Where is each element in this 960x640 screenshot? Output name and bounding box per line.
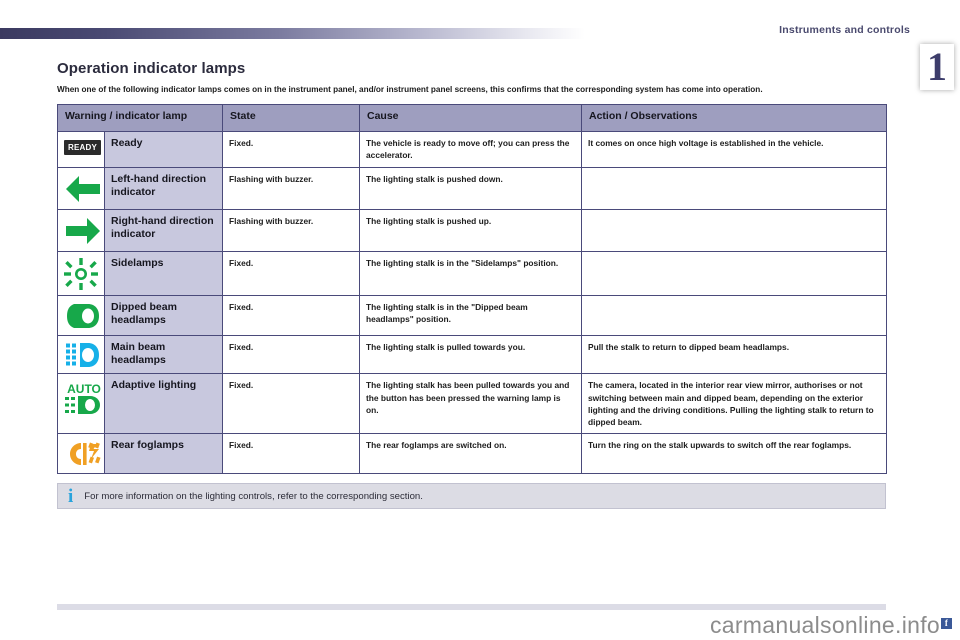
lamp-action [581, 208, 887, 252]
lamp-cause: The vehicle is ready to move off; you ca… [359, 131, 582, 168]
ready-badge-label: READY [64, 140, 102, 156]
table-header-row: Warning / indicator lamp State Cause Act… [57, 104, 887, 133]
lamp-action: Turn the ring on the stalk upwards to sw… [581, 433, 887, 475]
table-row: Dipped beam headlamps Fixed. The lightin… [57, 294, 887, 336]
lamp-name: Rear foglamps [104, 433, 223, 475]
main-beam-headlamps-icon [57, 334, 105, 375]
table-row: Main beam headlamps Fixed. The lighting … [57, 334, 887, 375]
table-row: AUTO Adaptive lighting Fixed. The lighti… [57, 373, 887, 435]
footer-bar [57, 604, 886, 610]
lamp-state: Fixed. [222, 373, 360, 435]
right-arrow-indicator-icon [57, 208, 105, 252]
info-note: i For more information on the lighting c… [57, 483, 886, 510]
page-intro: When one of the following indicator lamp… [57, 85, 763, 94]
table-row: Rear foglamps Fixed. The rear foglamps a… [57, 433, 887, 475]
header-gradient-bar [0, 28, 585, 39]
lamp-cause: The lighting stalk is pushed up. [359, 208, 582, 252]
column-header-action: Action / Observations [581, 104, 887, 133]
lamp-state: Fixed. [222, 250, 360, 296]
lamp-state: Flashing with buzzer. [222, 166, 360, 210]
lamp-state: Flashing with buzzer. [222, 208, 360, 252]
manual-page: Instruments and controls 1 Operation ind… [0, 0, 960, 640]
lamp-name: Right-hand direction indicator [104, 208, 223, 252]
lamp-cause: The lighting stalk is pulled towards you… [359, 334, 582, 375]
watermark: carmanualsonline.info f [710, 612, 952, 639]
lamp-cause: The rear foglamps are switched on. [359, 433, 582, 475]
rear-foglamps-icon [57, 433, 105, 475]
lamp-action: The camera, located in the interior rear… [581, 373, 887, 435]
adaptive-lighting-icon: AUTO [57, 373, 105, 435]
lamp-action [581, 294, 887, 336]
lamp-action [581, 250, 887, 296]
lamp-cause: The lighting stalk is in the "Sidelamps"… [359, 250, 582, 296]
section-title: Instruments and controls [779, 24, 910, 36]
lamp-state: Fixed. [222, 294, 360, 336]
column-header-state: State [222, 104, 360, 133]
table-row: Right-hand direction indicator Flashing … [57, 208, 887, 252]
lamp-name: Dipped beam headlamps [104, 294, 223, 336]
lamp-cause: The lighting stalk is pushed down. [359, 166, 582, 210]
lamp-name: Left-hand direction indicator [104, 166, 223, 210]
svg-text:AUTO: AUTO [67, 382, 101, 396]
chapter-tab: 1 [920, 44, 954, 90]
dipped-beam-headlamps-icon [57, 294, 105, 336]
sidelamps-icon [57, 250, 105, 296]
table-row: Left-hand direction indicator Flashing w… [57, 166, 887, 210]
lamp-action: Pull the stalk to return to dipped beam … [581, 334, 887, 375]
info-note-text: For more information on the lighting con… [84, 490, 423, 502]
facebook-badge-icon: f [941, 618, 952, 629]
column-header-lamp: Warning / indicator lamp [57, 104, 223, 133]
chapter-number: 1 [927, 44, 947, 89]
lamp-action: It comes on once high voltage is establi… [581, 131, 887, 168]
lamp-state: Fixed. [222, 131, 360, 168]
page-content: Operation indicator lamps When one of th… [57, 60, 887, 510]
table-row: READY Ready Fixed. The vehicle is ready … [57, 131, 887, 168]
ready-badge-icon: READY [57, 131, 105, 168]
lamp-cause: The lighting stalk has been pulled towar… [359, 373, 582, 435]
lamp-name: Main beam headlamps [104, 334, 223, 375]
column-header-cause: Cause [359, 104, 582, 133]
left-arrow-indicator-icon [57, 166, 105, 210]
indicator-lamps-table: Warning / indicator lamp State Cause Act… [57, 104, 887, 475]
lamp-action [581, 166, 887, 210]
lamp-state: Fixed. [222, 334, 360, 375]
table-body: READY Ready Fixed. The vehicle is ready … [57, 131, 887, 475]
info-icon: i [68, 485, 74, 507]
lamp-cause: The lighting stalk is in the "Dipped bea… [359, 294, 582, 336]
page-title: Operation indicator lamps [57, 60, 246, 77]
lamp-name: Ready [104, 131, 223, 168]
lamp-name: Sidelamps [104, 250, 223, 296]
lamp-state: Fixed. [222, 433, 360, 475]
lamp-name: Adaptive lighting [104, 373, 223, 435]
watermark-text: carmanualsonline.info [709, 612, 940, 638]
table-row: Sidelamps Fixed. The lighting stalk is i… [57, 250, 887, 296]
